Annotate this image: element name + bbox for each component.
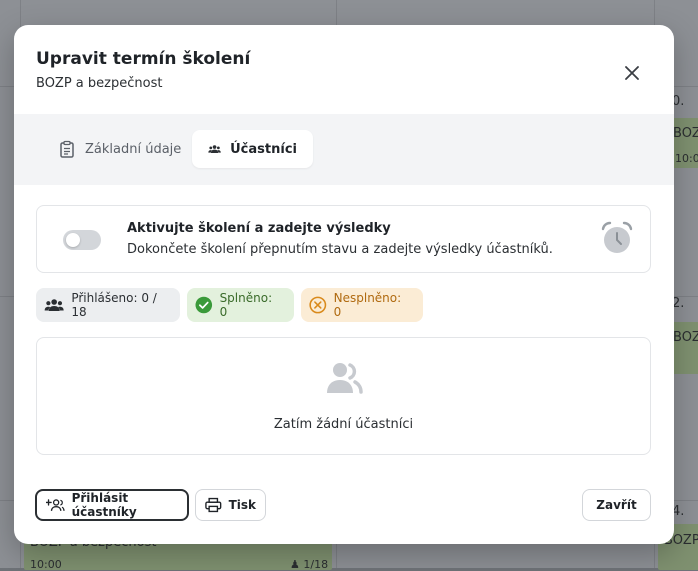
check-circle-icon	[195, 296, 213, 314]
x-circle-icon	[309, 296, 327, 314]
users-icon	[208, 145, 221, 153]
tab-basic-info[interactable]: Základní údaje	[42, 130, 197, 168]
activation-toggle[interactable]	[63, 230, 101, 250]
tab-participants[interactable]: Účastníci	[192, 130, 313, 168]
printer-icon	[205, 497, 222, 513]
users-placeholder-icon	[324, 360, 364, 404]
activation-description: Dokončete školení přepnutím stavu a zade…	[127, 242, 553, 257]
close-button[interactable]: Zavřít	[582, 489, 651, 521]
calendar-event-time: 10:00	[30, 558, 62, 571]
print-button[interactable]: Tisk	[195, 489, 266, 521]
passed-count-badge: Splněno: 0	[187, 288, 294, 322]
close-icon	[625, 66, 639, 80]
edit-training-dialog: Upravit termín školení BOZP a bezpečnost…	[14, 25, 674, 544]
calendar-event-title: BOZP	[673, 126, 698, 141]
users-icon	[44, 299, 64, 311]
activation-title: Aktivujte školení a zadejte výsledky	[127, 221, 391, 236]
participants-empty-state: Zatím žádní účastníci	[36, 337, 651, 455]
alarm-clock-icon	[599, 220, 635, 260]
dialog-subtitle: BOZP a bezpečnost	[36, 76, 163, 91]
tab-bar: Základní údaje Účastníci	[14, 114, 674, 185]
calendar-event-title: BOZP	[673, 330, 698, 345]
close-dialog-button[interactable]	[618, 59, 646, 87]
activation-card: Aktivujte školení a zadejte výsledky Dok…	[36, 205, 651, 273]
calendar-event-time: 10:00	[675, 152, 698, 165]
add-user-icon	[46, 499, 65, 511]
toggle-knob	[66, 233, 80, 247]
clipboard-icon	[60, 140, 74, 158]
register-participants-button[interactable]: Přihlásit účastníky	[35, 489, 189, 521]
failed-count-badge: Nesplněno: 0	[301, 288, 423, 322]
dialog-title: Upravit termín školení	[36, 49, 251, 69]
calendar-event-count: ♟ 1/18	[290, 558, 329, 571]
person-icon: ♟	[290, 558, 300, 571]
registered-count-badge: Přihlášeno: 0 / 18	[36, 288, 180, 322]
empty-state-text: Zatím žádní účastníci	[273, 417, 414, 432]
